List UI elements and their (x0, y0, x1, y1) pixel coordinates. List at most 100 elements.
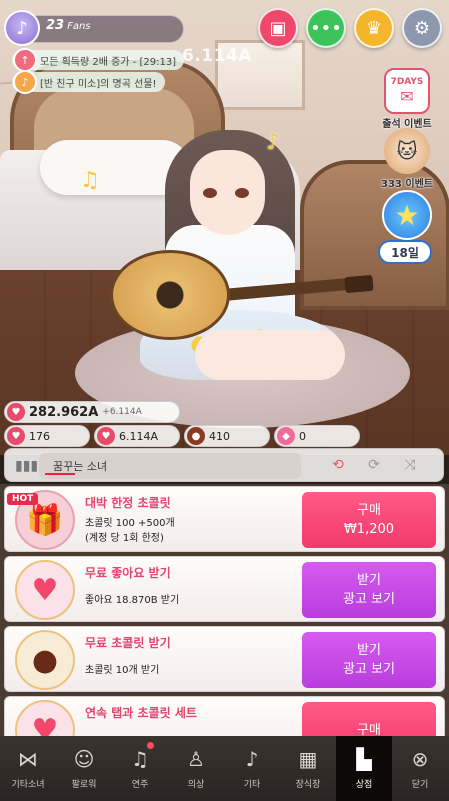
fans-count: 23 Fans (46, 18, 91, 33)
music-note-icon: ♫ (80, 168, 100, 193)
shop-item-desc: 좋아요 18.870B 받기 (85, 593, 179, 608)
stat-pill[interactable]: ● 410 (184, 425, 270, 447)
guitar-head (344, 274, 374, 294)
music-track-title: 꿈꾸는 소녀 (53, 460, 108, 473)
chat-button[interactable]: ••• (306, 8, 346, 48)
card-button[interactable]: ▣ (258, 8, 298, 48)
card-icon: ▣ (269, 17, 287, 39)
trophy-icon: ♛ (365, 17, 383, 39)
bottom-nav: ⋈ 기타소녀 ☺ 팔로워 ♫ 연주 ♙ 의상 ♪ 기타 ▦ 장식장 ▙ 상점 ⊗… (0, 736, 449, 801)
music-track[interactable]: 꿈꾸는 소녀 (39, 453, 301, 479)
chat-icon: ••• (310, 17, 342, 39)
shop-list[interactable]: 🎁 HOT 대박 한정 초콜릿 초콜릿 100 +500개 (계정 당 1회 한… (0, 484, 449, 736)
fans-label: Fans (67, 21, 91, 32)
stat-pill[interactable]: ♥ 176 (4, 425, 90, 447)
watch-ad-button[interactable]: 받기 광고 보기 (302, 632, 436, 688)
repeat-one-icon[interactable]: ⟳ (361, 457, 387, 473)
guitar-icon: ♪ (245, 747, 259, 771)
nav-guitar[interactable]: ♪ 기타 (224, 736, 280, 801)
shop-item-title: 무료 좋아요 받기 (85, 566, 171, 580)
stat-pill[interactable]: ◆ 0 (274, 425, 360, 447)
gift-icon: ♪ (13, 70, 37, 94)
nav-label: 닫기 (411, 780, 429, 790)
shop-item-desc-line: 좋아요 18.870B 받기 (85, 595, 180, 606)
repeat-all-icon[interactable]: ⟲ (325, 457, 351, 473)
nav-guitar-girl[interactable]: ⋈ 기타소녀 (0, 736, 56, 801)
shop-item-desc-line: 초콜릿 100 +500개 (85, 518, 175, 529)
watch-ad-button-sub: 광고 보기 (343, 592, 395, 607)
buy-button-label: 구매 (357, 503, 381, 518)
calendar-icon: 7DAYS ✉ (384, 68, 430, 114)
trophy-button[interactable]: ♛ (354, 8, 394, 48)
character-eye (203, 188, 217, 198)
nav-display-case[interactable]: ▦ 장식장 (280, 736, 336, 801)
heart-box-icon: ♥ (97, 427, 115, 445)
boost-notice-text: 모든 획득량 2배 증가 - [29:13] (40, 56, 177, 68)
nav-followers[interactable]: ☺ 팔로워 (56, 736, 112, 801)
cat-icon: 🐱 (384, 128, 430, 174)
gift-notice-text: [반 친구 미소]의 명곡 선물! (40, 78, 157, 90)
nav-close[interactable]: ⊗ 닫기 (392, 736, 448, 801)
shop-item-free-likes: ♥ 무료 좋아요 받기 좋아요 18.870B 받기 받기 광고 보기 (4, 556, 445, 622)
equalizer-icon: ▮▮▮ (15, 458, 39, 474)
buy-button[interactable]: 구매 ₩1,200 (302, 492, 436, 548)
nav-shop[interactable]: ▙ 상점 (336, 736, 392, 801)
heart-total-pill: ♥ 282.962A +6.114A (4, 401, 180, 423)
watch-ad-button[interactable]: 받기 광고 보기 (302, 562, 436, 618)
music-player-bar: ▮▮▮ 꿈꾸는 소녀 ⟲ ⟳ ⤨ (4, 448, 444, 482)
floating-gain-value: 6.114A (182, 46, 252, 66)
buy-button-label: 구매 (357, 722, 381, 737)
calendar-tag: 7DAYS (390, 76, 424, 87)
nav-label: 연주 (131, 780, 149, 790)
shop-item-title: 무료 초콜릿 받기 (85, 636, 171, 650)
shop-item-desc-line: 초콜릿 10개 받기 (85, 665, 160, 676)
heart-gift-icon: ♥ (7, 427, 25, 445)
shuffle-icon[interactable]: ⤨ (397, 457, 423, 473)
cat-event-label: 333 이벤트 (381, 179, 433, 190)
fans-count-value: 23 (46, 18, 65, 33)
cat-event-button[interactable]: 🐱 333 이벤트 (378, 128, 436, 190)
heart-rate-value: +6.114A (102, 407, 142, 417)
candy-icon: ◆ (277, 427, 295, 445)
watch-ad-button-label: 받기 (357, 643, 381, 658)
fans-avatar-icon[interactable]: ♪ (4, 10, 40, 46)
nav-perform[interactable]: ♫ 연주 (112, 736, 168, 801)
shop-item-tap-chocolate-set: ♥ 연속 탭과 초콜릿 세트 구매 (4, 696, 445, 736)
nav-label: 상점 (355, 780, 373, 790)
gift-notice[interactable]: ♪ [반 친구 미소]의 명곡 선물! (12, 70, 165, 94)
nav-label: 의상 (187, 780, 205, 790)
stat-value: 6.114A (119, 429, 159, 443)
shop-icon: ▙ (356, 747, 372, 771)
attendance-event-button[interactable]: 7DAYS ✉ 출석 이벤트 (378, 68, 436, 130)
nav-label: 장식장 (295, 780, 321, 790)
character-legs (195, 330, 345, 380)
shop-item-limited-chocolate: 🎁 HOT 대박 한정 초콜릿 초콜릿 100 +500개 (계정 당 1회 한… (4, 486, 445, 552)
shop-item-title: 연속 탭과 초콜릿 세트 (85, 706, 197, 720)
watch-ad-button-sub: 광고 보기 (343, 662, 395, 677)
gift-icon: ▦ (298, 747, 318, 771)
music-progress-bar (45, 473, 75, 475)
boost-icon: ↑ (13, 48, 37, 72)
nav-label: 팔로워 (71, 780, 97, 790)
nav-costume[interactable]: ♙ 의상 (168, 736, 224, 801)
stat-pill[interactable]: ♥ 6.114A (94, 425, 180, 447)
buy-button[interactable]: 구매 (302, 702, 436, 736)
close-icon: ⊗ (411, 747, 429, 771)
shop-item-free-chocolate: ● 무료 초콜릿 받기 초콜릿 10개 받기 받기 광고 보기 (4, 626, 445, 692)
music-note-icon: ♫ (131, 747, 149, 771)
settings-button[interactable]: ⚙ (402, 8, 442, 48)
day-badge: 18일 (378, 240, 432, 264)
nav-label: 기타 (243, 780, 261, 790)
chocolate-icon: ● (187, 427, 205, 445)
heart-icon: ♥ (15, 560, 75, 620)
character-face[interactable] (190, 150, 265, 235)
star-event-icon[interactable]: ★ (382, 190, 432, 240)
stat-value: 176 (29, 429, 50, 443)
heart-icon: ♥ (7, 403, 25, 421)
shop-item-desc: 초콜릿 10개 받기 (85, 663, 159, 678)
shop-item-title: 대박 한정 초콜릿 (85, 496, 171, 510)
boost-notice[interactable]: ↑ 모든 획득량 2배 증가 - [29:13] (12, 48, 185, 72)
music-note-icon: ♪ (266, 130, 281, 155)
heart-total-value: 282.962A (29, 404, 99, 420)
nav-label: 기타소녀 (11, 780, 45, 790)
